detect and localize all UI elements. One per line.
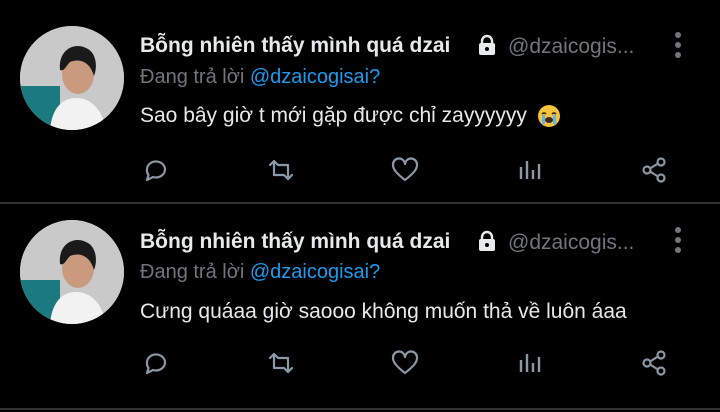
tweet-divider [0,408,720,410]
like-button[interactable] [387,345,423,381]
tweet-text-content: Cưng quáaa giờ saooo không muốn thả về l… [140,300,627,323]
reply-mention[interactable]: @dzaicogisai? [250,66,380,88]
views-icon [519,161,541,179]
reply-context: Đang trả lời @dzaicogisai? [140,261,380,284]
views-button[interactable] [512,345,548,381]
retweet-button[interactable] [263,345,299,381]
reply-button[interactable] [138,152,174,188]
views-icon [519,354,541,372]
reply-button[interactable] [138,345,174,381]
loudly-crying-face-icon [537,105,560,128]
handle[interactable]: @dzaicogis... [508,231,656,255]
display-name[interactable]: Bỗng nhiên thấy mình quá dzai [140,230,450,254]
like-button[interactable] [387,152,423,188]
display-name[interactable]: Bỗng nhiên thấy mình quá dzai [140,34,450,58]
retweet-icon [268,352,294,374]
lock-icon [479,230,495,251]
avatar[interactable] [20,220,124,324]
like-icon [391,350,419,375]
reply-context: Đang trả lời @dzaicogisai? [140,66,380,89]
share-icon [642,157,666,183]
like-icon [391,157,419,182]
share-button[interactable] [636,152,672,188]
action-bar [0,152,720,192]
more-icon[interactable] [670,225,686,255]
share-button[interactable] [636,345,672,381]
views-button[interactable] [512,152,548,188]
lock-icon [479,34,495,55]
tweet-divider [0,202,720,204]
avatar[interactable] [20,26,124,130]
retweet-icon [268,159,294,181]
retweet-button[interactable] [263,152,299,188]
reply-prefix: Đang trả lời [140,66,245,88]
tweet-2[interactable]: Bỗng nhiên thấy mình quá dzai @dzaicogis… [0,205,720,405]
more-icon[interactable] [670,30,686,60]
tweet-text: Cưng quáaa giờ saooo không muốn thả về l… [140,300,627,324]
tweet-1[interactable]: Bỗng nhiên thấy mình quá dzai @dzaicogis… [0,0,720,200]
reply-prefix: Đang trả lời [140,261,245,283]
handle[interactable]: @dzaicogis... [508,35,656,59]
reply-icon [145,353,167,375]
reply-mention[interactable]: @dzaicogisai? [250,261,380,283]
action-bar [0,345,720,385]
tweet-text: Sao bây giờ t mới gặp được chỉ zayyyyyy [140,104,561,128]
share-icon [642,350,666,376]
tweet-text-content: Sao bây giờ t mới gặp được chỉ zayyyyyy [140,104,527,127]
reply-icon [145,160,167,182]
